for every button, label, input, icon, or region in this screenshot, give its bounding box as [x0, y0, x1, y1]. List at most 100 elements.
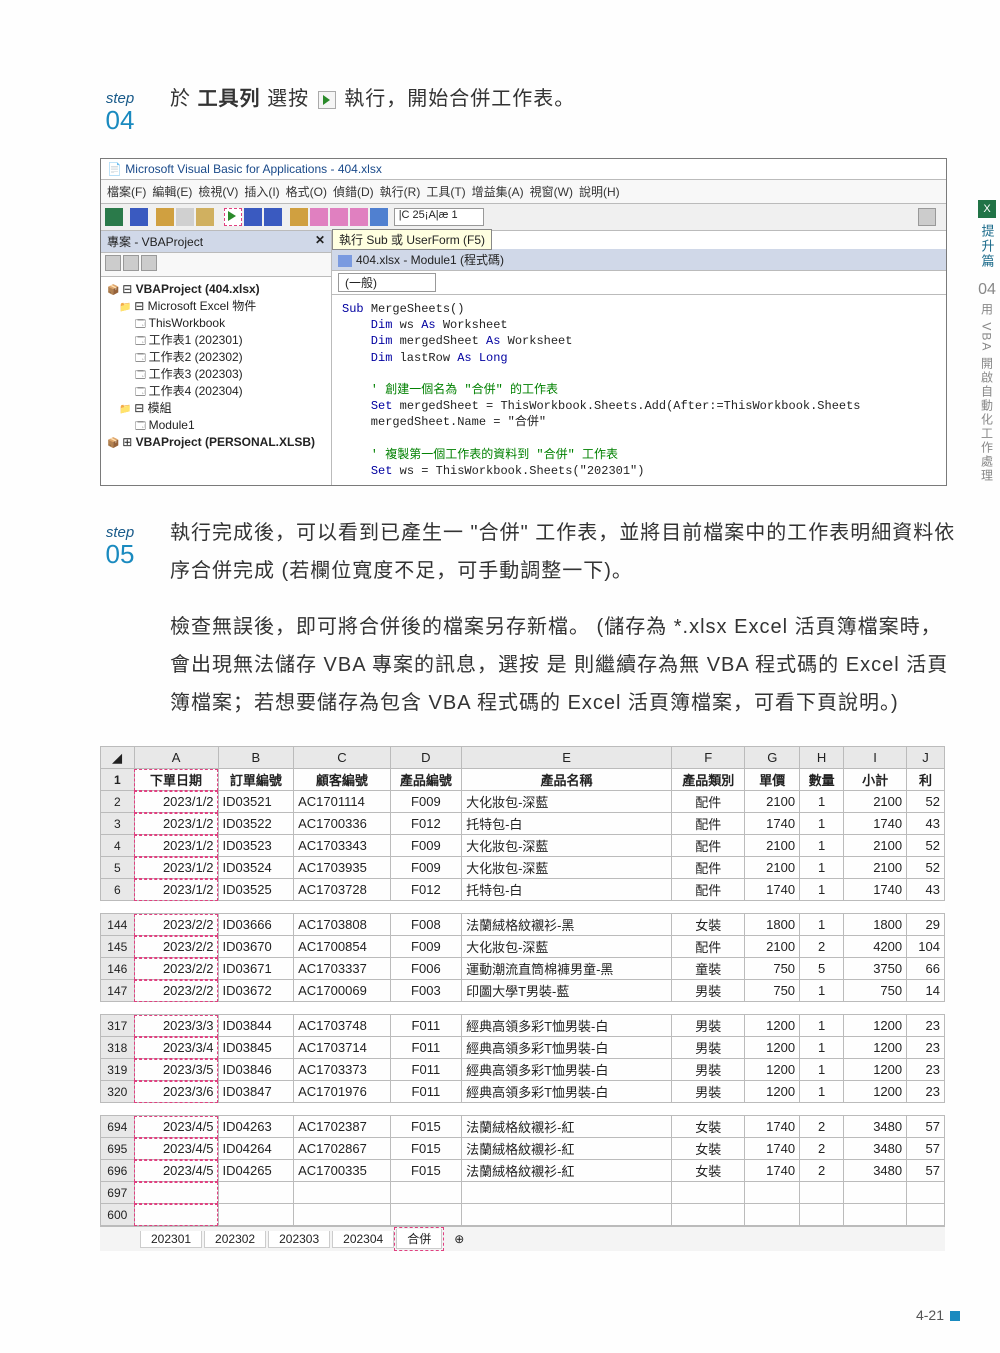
- cell[interactable]: 1200: [745, 1059, 800, 1081]
- cell[interactable]: AC1703343: [294, 835, 391, 857]
- cell[interactable]: F015: [390, 1116, 461, 1138]
- cell[interactable]: 顧客編號: [294, 769, 391, 791]
- cell[interactable]: ID03846: [218, 1059, 294, 1081]
- cell[interactable]: 女裝: [672, 1138, 745, 1160]
- cell[interactable]: 童裝: [672, 958, 745, 980]
- row-header[interactable]: 6: [101, 879, 135, 901]
- cell[interactable]: [745, 1182, 800, 1204]
- properties-icon[interactable]: [330, 208, 348, 226]
- stop-icon[interactable]: [264, 208, 282, 226]
- cell[interactable]: 3480: [844, 1160, 907, 1182]
- row-header[interactable]: 696: [101, 1160, 135, 1182]
- menu-item[interactable]: 插入(I): [244, 185, 279, 199]
- cell[interactable]: F012: [390, 879, 461, 901]
- sheet-tab[interactable]: 202304: [332, 1231, 394, 1248]
- cell[interactable]: 5: [800, 958, 844, 980]
- cell[interactable]: F009: [390, 857, 461, 879]
- cell[interactable]: 2100: [745, 791, 800, 813]
- cell[interactable]: 經典高領多彩T恤男裝-白: [462, 1081, 672, 1103]
- cell[interactable]: 750: [745, 958, 800, 980]
- cell[interactable]: AC1703935: [294, 857, 391, 879]
- column-header[interactable]: A: [134, 747, 218, 769]
- row-header[interactable]: 317: [101, 1015, 135, 1037]
- paste-icon[interactable]: [196, 208, 214, 226]
- row-header[interactable]: 2: [101, 791, 135, 813]
- cell[interactable]: 2023/2/2: [134, 980, 218, 1002]
- cell[interactable]: ID03523: [218, 835, 294, 857]
- project-panel-toolbar[interactable]: [101, 253, 331, 277]
- cell[interactable]: 1740: [745, 813, 800, 835]
- cell[interactable]: 訂單編號: [218, 769, 294, 791]
- cell[interactable]: 法蘭絨格紋襯衫-紅: [462, 1116, 672, 1138]
- cell[interactable]: F011: [390, 1059, 461, 1081]
- cell[interactable]: [390, 1182, 461, 1204]
- cell[interactable]: [218, 1204, 294, 1226]
- cell[interactable]: 1200: [844, 1015, 907, 1037]
- cell[interactable]: 4200: [844, 936, 907, 958]
- cell[interactable]: [462, 1204, 672, 1226]
- project-explorer-icon[interactable]: [310, 208, 328, 226]
- toolbar-dropdown-icon[interactable]: [918, 208, 936, 226]
- cell[interactable]: ID03525: [218, 879, 294, 901]
- cell[interactable]: 托特包-白: [462, 879, 672, 901]
- row-header[interactable]: 3: [101, 813, 135, 835]
- cell[interactable]: F009: [390, 936, 461, 958]
- cell[interactable]: 1740: [745, 879, 800, 901]
- cell[interactable]: 配件: [672, 857, 745, 879]
- cell[interactable]: 2: [800, 1160, 844, 1182]
- menu-item[interactable]: 視窗(W): [530, 185, 573, 199]
- cell[interactable]: ID03847: [218, 1081, 294, 1103]
- cell[interactable]: 2023/3/6: [134, 1081, 218, 1103]
- tree-project[interactable]: ⊟ VBAProject (404.xlsx): [107, 281, 325, 298]
- cell[interactable]: AC1702867: [294, 1138, 391, 1160]
- row-header[interactable]: 144: [101, 914, 135, 936]
- cell[interactable]: F011: [390, 1081, 461, 1103]
- cell[interactable]: 法蘭絨格紋襯衫-黑: [462, 914, 672, 936]
- cell[interactable]: 1740: [844, 879, 907, 901]
- cell[interactable]: 3750: [844, 958, 907, 980]
- cell[interactable]: 750: [844, 980, 907, 1002]
- cell[interactable]: 2100: [745, 936, 800, 958]
- cell[interactable]: F008: [390, 914, 461, 936]
- row-header[interactable]: 319: [101, 1059, 135, 1081]
- cell[interactable]: 1: [800, 879, 844, 901]
- cell[interactable]: F009: [390, 791, 461, 813]
- cell[interactable]: 產品類別: [672, 769, 745, 791]
- column-header[interactable]: G: [745, 747, 800, 769]
- sheet-tab[interactable]: 202301: [140, 1231, 202, 1248]
- cell[interactable]: F012: [390, 813, 461, 835]
- cell[interactable]: 托特包-白: [462, 813, 672, 835]
- cell[interactable]: 女裝: [672, 1116, 745, 1138]
- column-header[interactable]: I: [844, 747, 907, 769]
- cell[interactable]: AC1703808: [294, 914, 391, 936]
- cell[interactable]: [672, 1182, 745, 1204]
- cell[interactable]: 23: [907, 1015, 945, 1037]
- cell[interactable]: 2023/3/3: [134, 1015, 218, 1037]
- cell[interactable]: 女裝: [672, 914, 745, 936]
- copy-icon[interactable]: [176, 208, 194, 226]
- cell[interactable]: [462, 1182, 672, 1204]
- cell[interactable]: 2023/2/2: [134, 958, 218, 980]
- cell[interactable]: 1: [800, 1015, 844, 1037]
- cell[interactable]: AC1703728: [294, 879, 391, 901]
- run-button-icon[interactable]: [224, 208, 242, 226]
- cell[interactable]: 1: [800, 791, 844, 813]
- cell[interactable]: 1740: [745, 1138, 800, 1160]
- cell[interactable]: F011: [390, 1037, 461, 1059]
- cell[interactable]: 23: [907, 1081, 945, 1103]
- new-sheet-button[interactable]: ⊕: [444, 1231, 474, 1247]
- cell[interactable]: 1800: [745, 914, 800, 936]
- menu-item[interactable]: 增益集(A): [472, 185, 524, 199]
- cell[interactable]: 運動潮流直筒棉褲男童-黑: [462, 958, 672, 980]
- cell[interactable]: 2023/1/2: [134, 791, 218, 813]
- cell[interactable]: ID04264: [218, 1138, 294, 1160]
- cell[interactable]: 2023/4/5: [134, 1138, 218, 1160]
- cell[interactable]: 14: [907, 980, 945, 1002]
- cell[interactable]: 1740: [844, 813, 907, 835]
- cell[interactable]: AC1703714: [294, 1037, 391, 1059]
- tree-modules-folder[interactable]: ⊟ 模組: [107, 400, 325, 417]
- tree-sheet-item[interactable]: 工作表1 (202301): [107, 332, 353, 349]
- sheet-tab[interactable]: 202303: [268, 1231, 330, 1248]
- row-header[interactable]: 318: [101, 1037, 135, 1059]
- cell[interactable]: ID03522: [218, 813, 294, 835]
